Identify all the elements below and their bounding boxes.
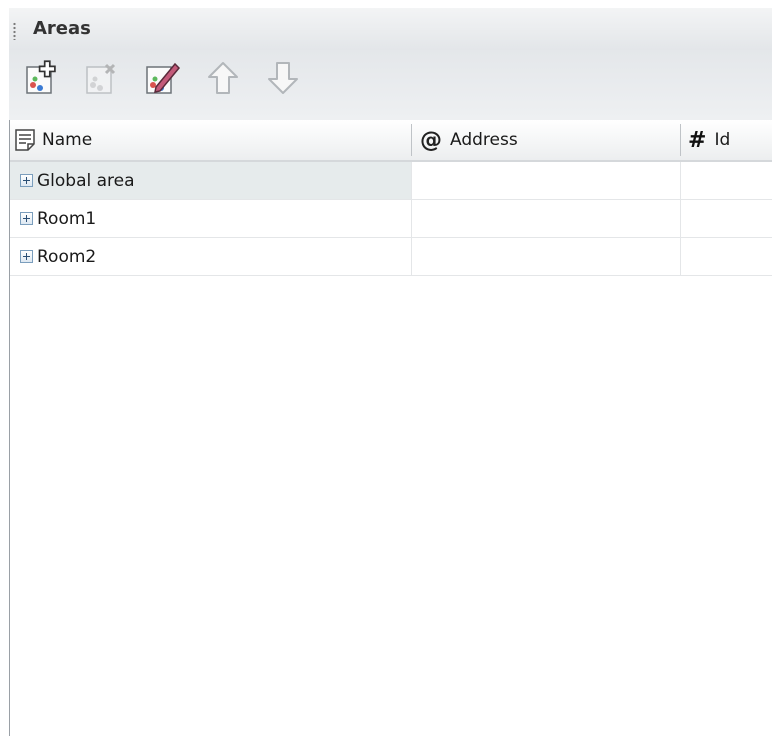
at-sign-icon: @ — [420, 127, 442, 153]
arrow-down-icon — [268, 62, 298, 94]
areas-panel: Areas Name @ Address # Id Global area Ro… — [0, 0, 772, 736]
cell-address — [411, 200, 680, 237]
expand-icon[interactable] — [20, 250, 33, 263]
cell-address — [411, 238, 680, 275]
edit-area-button[interactable] — [141, 56, 185, 100]
delete-area-button[interactable] — [81, 56, 125, 100]
cell-name: Room2 — [10, 238, 411, 275]
panel-header: Areas — [9, 8, 772, 50]
document-list-icon — [15, 129, 35, 151]
cell-address — [411, 162, 680, 199]
column-label-id: Id — [714, 130, 731, 150]
expand-icon[interactable] — [20, 174, 33, 187]
panel-title: Areas — [33, 18, 91, 39]
drag-grip-icon[interactable] — [13, 22, 16, 40]
column-divider[interactable] — [680, 124, 681, 156]
cell-name: Global area — [10, 162, 411, 199]
column-label-address: Address — [450, 130, 518, 150]
delete-area-icon — [86, 63, 116, 94]
column-divider[interactable] — [411, 124, 412, 156]
move-down-button[interactable] — [261, 56, 305, 100]
row-name: Room2 — [37, 246, 97, 267]
add-area-icon — [26, 60, 56, 94]
cell-id — [680, 200, 772, 237]
cell-id — [680, 162, 772, 199]
table-row[interactable]: Global area — [10, 162, 772, 200]
hash-icon: # — [688, 127, 707, 153]
arrow-up-icon — [208, 62, 238, 94]
column-header-address[interactable]: @ Address — [420, 120, 678, 160]
cell-id — [680, 238, 772, 275]
expand-icon[interactable] — [20, 212, 33, 225]
areas-grid: Name @ Address # Id Global area Room1 Ro… — [9, 120, 772, 736]
column-label-name: Name — [42, 130, 93, 150]
row-name: Global area — [37, 170, 135, 191]
column-header-name[interactable]: Name — [14, 120, 409, 160]
cell-name: Room1 — [10, 200, 411, 237]
edit-area-icon — [146, 62, 181, 94]
table-row[interactable]: Room1 — [10, 200, 772, 238]
toolbar — [9, 50, 772, 120]
table-row[interactable]: Room2 — [10, 238, 772, 276]
add-area-button[interactable] — [21, 56, 65, 100]
column-header-id[interactable]: # Id — [688, 120, 772, 160]
grid-header: Name @ Address # Id — [10, 120, 772, 162]
move-up-button[interactable] — [201, 56, 245, 100]
row-name: Room1 — [37, 208, 97, 229]
